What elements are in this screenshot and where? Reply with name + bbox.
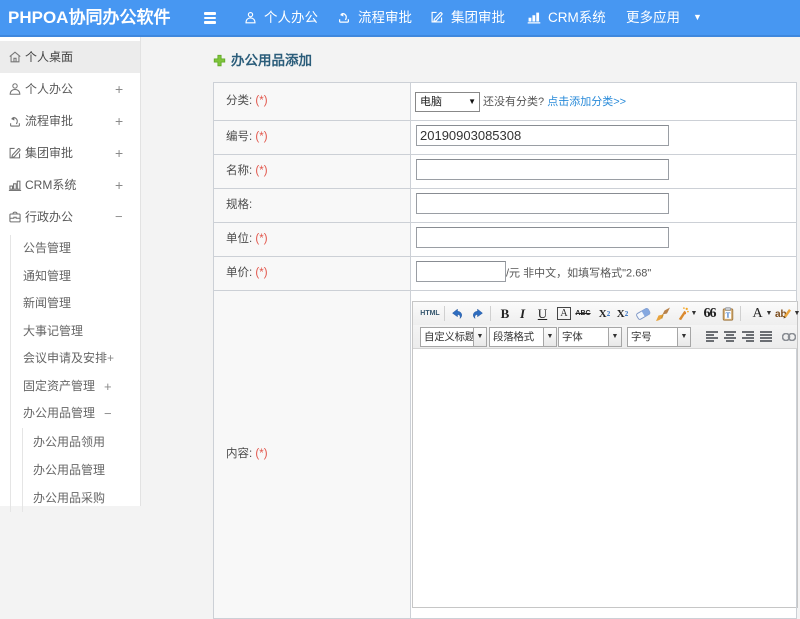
svg-text:T: T <box>726 311 731 319</box>
svg-text:ab: ab <box>775 309 787 320</box>
